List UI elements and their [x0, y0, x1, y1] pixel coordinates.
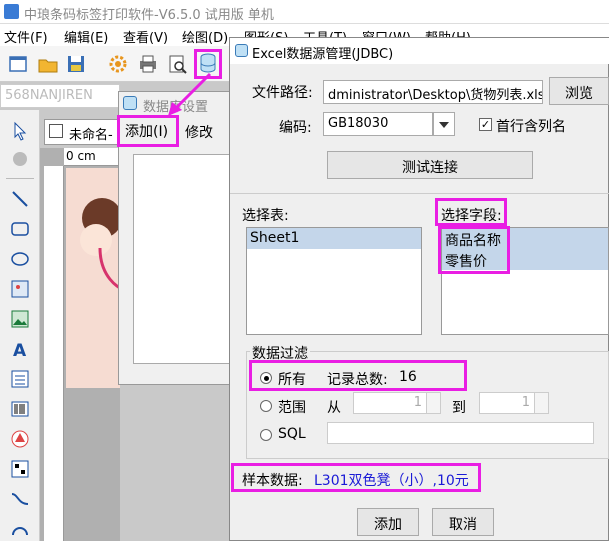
database-icon	[235, 44, 248, 57]
menu-file[interactable]: 文件(F)	[4, 27, 48, 46]
spinner-arrows-icon[interactable]	[534, 393, 548, 413]
menu-view[interactable]: 查看(V)	[123, 27, 168, 46]
vertical-ruler	[44, 166, 64, 541]
save-icon	[68, 56, 84, 72]
filter-range-radio[interactable]	[260, 400, 272, 412]
hand-icon[interactable]	[9, 148, 31, 170]
sample-data-value: L301双色凳（小）,10元	[314, 473, 469, 489]
divider	[230, 193, 609, 194]
label-design-area	[66, 168, 120, 388]
test-connection-button[interactable]: 测试连接	[327, 151, 533, 179]
annotation-highlight	[438, 226, 510, 274]
encoding-label: 编码:	[279, 120, 312, 136]
spinner-arrows-icon[interactable]	[426, 393, 440, 413]
folder-icon	[38, 59, 58, 73]
curve-tool-icon[interactable]	[9, 488, 31, 510]
annotation-highlight	[249, 360, 467, 391]
barcode-tool-icon[interactable]	[9, 398, 31, 420]
browse-button[interactable]: 浏览	[549, 77, 609, 105]
sql-input[interactable]	[327, 422, 594, 444]
filter-range-label: 范围	[278, 400, 306, 416]
printer-icon	[140, 55, 156, 73]
file-path-field[interactable]: dministrator\Desktop\货物列表.xlsx	[323, 80, 543, 104]
gear-icon	[109, 55, 127, 73]
new-button[interactable]	[6, 52, 30, 76]
rectangle-tool-icon[interactable]	[9, 218, 31, 240]
ellipse-tool-icon[interactable]	[9, 248, 31, 270]
font-name-field[interactable]: 568NANJIREN	[0, 84, 120, 108]
excel-data-source-dialog: Excel数据源管理(JDBC) 文件路径: dministrator\Desk…	[229, 37, 609, 541]
range-from-label: 从	[327, 400, 341, 416]
encoding-select[interactable]: GB18030	[323, 112, 433, 136]
app-logo-icon	[4, 4, 19, 19]
arc-tool-icon[interactable]	[9, 515, 31, 537]
range-to-field[interactable]: 1	[479, 392, 549, 414]
image-tool-icon[interactable]	[9, 278, 31, 300]
svg-text:A: A	[13, 341, 27, 360]
window-icon	[9, 56, 27, 72]
drawing-toolbar: A	[0, 110, 40, 541]
shape-tool-icon[interactable]	[9, 428, 31, 450]
text-tool-icon[interactable]: A	[9, 338, 31, 360]
cartoon-image	[80, 198, 120, 290]
document-tab-label: 未命名-	[69, 128, 113, 143]
sample-data-label: 样本数据:	[242, 473, 303, 489]
database-icon	[123, 96, 137, 110]
first-row-checkbox[interactable]: ✓	[479, 118, 492, 131]
picture-tool-icon[interactable]	[9, 308, 31, 330]
rich-text-tool-icon[interactable]	[9, 368, 31, 390]
annotation-highlight	[435, 198, 507, 226]
document-tab[interactable]: 未命名-	[44, 119, 124, 145]
range-to-label: 到	[452, 400, 466, 416]
range-from-field[interactable]: 1	[353, 392, 441, 414]
add-button[interactable]: 添加	[357, 508, 419, 536]
table-list[interactable]: Sheet1	[246, 227, 422, 335]
settings-button[interactable]	[106, 52, 130, 76]
chevron-down-icon	[439, 122, 449, 128]
menu-edit[interactable]: 编辑(E)	[64, 27, 108, 46]
horizontal-ruler: 0 cm	[64, 148, 120, 166]
save-button[interactable]	[64, 52, 88, 76]
annotation-arrow-icon	[168, 72, 212, 116]
menu-draw[interactable]: 绘图(D)	[182, 27, 228, 46]
line-tool-icon[interactable]	[9, 188, 31, 210]
pointer-icon[interactable]	[9, 120, 31, 142]
first-row-label: 首行含列名	[496, 119, 566, 135]
modify-button[interactable]: 修改	[185, 122, 213, 142]
filter-sql-label: SQL	[278, 426, 306, 442]
print-button[interactable]	[136, 52, 160, 76]
filter-sql-radio[interactable]	[260, 429, 272, 441]
app-title-bar: 中琅条码标签打印软件-V6.5.0 试用版 单机	[0, 0, 609, 24]
cancel-button[interactable]: 取消	[432, 508, 494, 536]
qrcode-tool-icon[interactable]	[9, 458, 31, 480]
select-table-label: 选择表:	[242, 208, 289, 224]
excel-dialog-title: Excel数据源管理(JDBC)	[252, 47, 394, 62]
list-item[interactable]: Sheet1	[247, 228, 421, 249]
open-button[interactable]	[36, 52, 60, 76]
app-title: 中琅条码标签打印软件-V6.5.0 试用版 单机	[24, 8, 274, 23]
data-source-list[interactable]	[133, 154, 243, 364]
encoding-dropdown-button[interactable]	[433, 112, 455, 136]
document-icon	[49, 124, 63, 138]
file-path-label: 文件路径:	[252, 85, 313, 101]
excel-dialog-title-bar: Excel数据源管理(JDBC)	[230, 38, 609, 64]
